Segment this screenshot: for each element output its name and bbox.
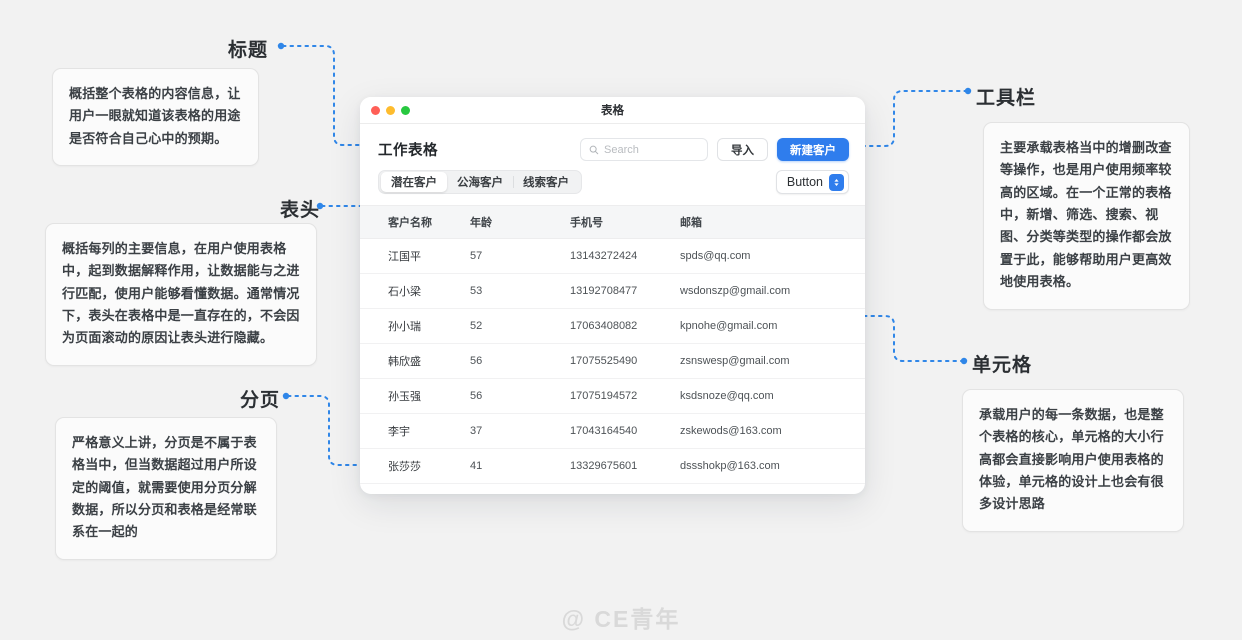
cell-name: 张莎莎	[360, 448, 470, 484]
tab-potential-customer[interactable]: 潜在客户	[381, 172, 447, 192]
column-header-email[interactable]: 邮箱	[680, 205, 865, 239]
customer-table: 客户名称 年龄 手机号 邮箱 江国平 57 13143272424 spds@qq.c…	[360, 205, 865, 494]
dropdown-label: Button	[786, 175, 823, 189]
column-header-age[interactable]: 年龄	[470, 205, 570, 239]
table-row[interactable]: 孙玉强 56 17075194572 ksdsnoze@qq.com	[360, 378, 865, 414]
annotation-note-cell: 承载用户的每一条数据，也是整个表格的核心，单元格的大小行高都会直接影响用户使用表…	[962, 389, 1184, 532]
cell-email: wsdonszp@gmail.com	[680, 273, 865, 309]
table-row[interactable]: 江国平 57 13143272424 spds@qq.com	[360, 238, 865, 274]
chevron-updown-icon	[829, 173, 844, 191]
cell-phone: 17075194572	[570, 378, 680, 414]
cell-age: 56	[470, 343, 570, 379]
column-header-name[interactable]: 客户名称	[360, 205, 470, 239]
table-row[interactable]: 张莎莎 41 13329675601 dssshokp@163.com	[360, 448, 865, 484]
cell-email: dssshokp@163.com	[680, 448, 865, 484]
annotation-label-header: 表头	[280, 200, 321, 221]
annotation-note-header: 概括每列的主要信息，在用户使用表格中，起到数据解释作用，让数据能与之进行匹配，使…	[45, 223, 317, 366]
cell-email: ksdsnoze@qq.com	[680, 378, 865, 414]
table-header-row: 客户名称 年龄 手机号 邮箱	[360, 205, 865, 239]
window-titlebar: 表格	[360, 97, 865, 124]
cell-name: 韩欣盛	[360, 343, 470, 379]
app-window: 表格 工作表格 Search 导入 新建客户 潜在客户 公海客户 线索客户 Bu…	[360, 97, 865, 494]
new-customer-button[interactable]: 新建客户	[777, 138, 849, 161]
tab-lead-customer[interactable]: 线索客户	[513, 172, 579, 192]
tab-public-sea-customer[interactable]: 公海客户	[447, 172, 513, 192]
table-row[interactable]: 孙小瑞 52 17063408082 kpnohe@gmail.com	[360, 308, 865, 344]
cell-email: spds@qq.com	[680, 238, 865, 274]
import-button[interactable]: 导入	[717, 138, 768, 161]
cell-name: 孙玉强	[360, 378, 470, 414]
window-body: 工作表格 Search 导入 新建客户 潜在客户 公海客户 线索客户 Butto…	[360, 124, 865, 494]
annotation-note-pagination: 严格意义上讲，分页是不属于表格当中，但当数据超过用户所设定的阈值，就需要使用分页…	[55, 417, 277, 560]
table-row[interactable]: 韩欣盛 56 17075525490 zsnswesp@gmail.com	[360, 343, 865, 379]
annotation-label-title: 标题	[228, 40, 269, 61]
cell-age: 37	[470, 413, 570, 449]
toolbar-actions: Search 导入 新建客户	[580, 138, 849, 161]
cell-age: 21	[470, 483, 570, 494]
cell-email: ssno@hotmail.com	[680, 483, 865, 494]
annotation-note-toolbar: 主要承载表格当中的增删改查等操作，也是用户使用频率较高的区域。在一个正常的表格中…	[983, 122, 1190, 310]
cell-age: 53	[470, 273, 570, 309]
toolbar: 工作表格 Search 导入 新建客户	[360, 124, 865, 161]
cell-age: 56	[470, 378, 570, 414]
button-dropdown[interactable]: Button	[775, 170, 849, 194]
cell-phone: 13192708477	[570, 273, 680, 309]
table-header: 客户名称 年龄 手机号 邮箱	[360, 205, 865, 239]
annotation-note-title: 概括整个表格的内容信息，让用户一眼就知道该表格的用途是否符合自己心中的预期。	[52, 68, 259, 167]
table-row[interactable]: 李宇 37 17043164540 zskewods@163.com	[360, 413, 865, 449]
annotation-label-toolbar: 工具栏	[976, 88, 1037, 109]
cell-phone: 13143272424	[570, 238, 680, 274]
cell-name: 石小梁	[360, 273, 470, 309]
page-title: 工作表格	[378, 143, 438, 159]
annotation-label-cell: 单元格	[972, 355, 1033, 376]
search-input[interactable]: Search	[580, 138, 708, 161]
window-title: 表格	[601, 105, 624, 117]
table-row[interactable]: 石小梁 53 13192708477 wsdonszp@gmail.com	[360, 273, 865, 309]
search-icon	[589, 145, 599, 154]
page-root: 标题 表头 分页 工具栏 单元格 概括整个表格的内容信息，让用户一眼就知道该表格…	[0, 0, 1242, 640]
watermark: @ CE青年	[561, 606, 681, 632]
table-row[interactable]: 陈伟2113521256292ssno@hotmail.com	[360, 483, 865, 494]
cell-age: 57	[470, 238, 570, 274]
cell-name: 李宇	[360, 413, 470, 449]
cell-email: zsnswesp@gmail.com	[680, 343, 865, 379]
cell-name: 孙小瑞	[360, 308, 470, 344]
customer-tabs: 潜在客户 公海客户 线索客户	[378, 170, 582, 194]
cell-phone: 13521256292	[570, 483, 680, 494]
cell-age: 52	[470, 308, 570, 344]
column-header-phone[interactable]: 手机号	[570, 205, 680, 239]
cell-name: 江国平	[360, 238, 470, 274]
cell-phone: 17063408082	[570, 308, 680, 344]
toolbar-secondary: 潜在客户 公海客户 线索客户 Button	[360, 161, 865, 205]
annotation-label-pagination: 分页	[240, 390, 281, 411]
search-placeholder: Search	[604, 143, 639, 156]
cell-phone: 17075525490	[570, 343, 680, 379]
cell-name: 陈伟	[360, 483, 470, 494]
table-body: 江国平 57 13143272424 spds@qq.com 石小梁 53 13192708…	[360, 238, 865, 494]
cell-age: 41	[470, 448, 570, 484]
cell-phone: 13329675601	[570, 448, 680, 484]
cell-phone: 17043164540	[570, 413, 680, 449]
cell-email: kpnohe@gmail.com	[680, 308, 865, 344]
cell-email: zskewods@163.com	[680, 413, 865, 449]
